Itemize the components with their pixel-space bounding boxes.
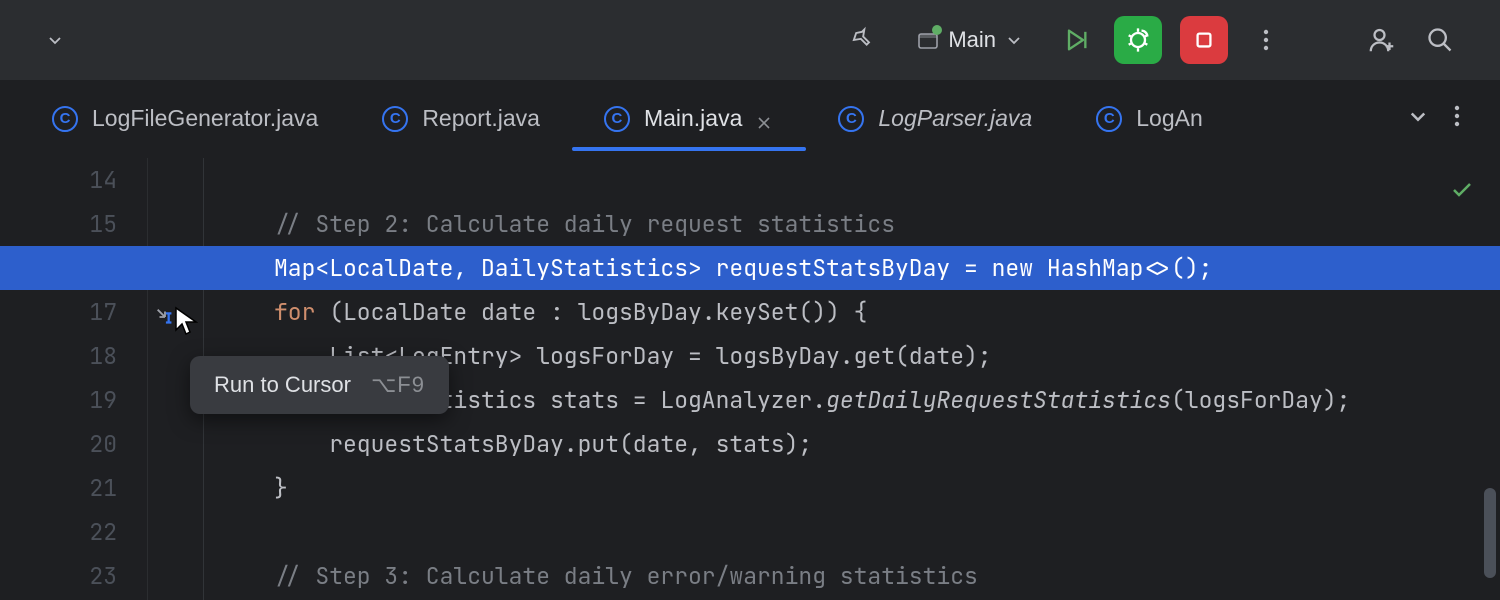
line-number[interactable]: 21	[0, 466, 117, 510]
chevron-down-icon	[1006, 32, 1022, 48]
code-line[interactable]: // Step 2: Calculate daily request stati…	[204, 202, 1500, 246]
tab-main[interactable]: C Main.java	[572, 91, 806, 147]
editor-tabs: C LogFileGenerator.java C Report.java C …	[0, 80, 1500, 158]
code-line[interactable]: requestStatsByDay.put(date, stats);	[204, 422, 1500, 466]
tab-report[interactable]: C Report.java	[350, 91, 572, 147]
line-number[interactable]: 23	[0, 554, 117, 598]
code-line[interactable]: for (LocalDate date : logsByDay.keySet()…	[204, 290, 1500, 334]
tooltip-label: Run to Cursor	[214, 372, 351, 398]
code-line[interactable]	[204, 158, 1500, 202]
tab-logparser[interactable]: C LogParser.java	[806, 91, 1064, 147]
tab-logfilegenerator[interactable]: C LogFileGenerator.java	[20, 91, 350, 147]
line-number[interactable]: 22	[0, 510, 117, 554]
add-user-icon[interactable]	[1362, 20, 1402, 60]
line-number[interactable]: 17	[0, 290, 117, 334]
run-configuration-selector[interactable]: Main	[900, 16, 1038, 64]
debug-button[interactable]	[1114, 16, 1162, 64]
java-class-icon: C	[604, 106, 630, 132]
main-toolbar: Main	[0, 0, 1500, 80]
mouse-cursor-icon	[174, 306, 196, 336]
run-config-icon	[916, 29, 938, 51]
stop-button[interactable]	[1180, 16, 1228, 64]
more-actions-icon[interactable]	[1246, 20, 1286, 60]
chevron-down-icon[interactable]	[1408, 106, 1428, 131]
line-number[interactable]: 18	[0, 334, 117, 378]
more-tabs-icon[interactable]	[1454, 105, 1460, 132]
code-line[interactable]	[204, 510, 1500, 554]
code-line[interactable]: }	[204, 466, 1500, 510]
run-to-cursor-tooltip: Run to Cursor ⌥F9	[190, 356, 449, 414]
line-number-gutter[interactable]: 1415 17181920212223	[0, 158, 148, 600]
run-to-cursor-icon[interactable]	[154, 298, 176, 342]
search-icon[interactable]	[1420, 20, 1460, 60]
line-number[interactable]: 15	[0, 202, 117, 246]
code-line[interactable]: // Step 3: Calculate daily error/warning…	[204, 554, 1500, 598]
tab-logan[interactable]: C LogAn	[1064, 91, 1235, 147]
line-number[interactable]: 19	[0, 378, 117, 422]
java-class-icon: C	[1096, 106, 1122, 132]
line-number[interactable]: 20	[0, 422, 117, 466]
run-config-name: Main	[948, 27, 996, 53]
java-class-icon: C	[52, 106, 78, 132]
code-line[interactable]: Map<LocalDate, DailyStatistics> requestS…	[204, 246, 1500, 290]
run-button[interactable]	[1056, 20, 1096, 60]
chevron-down-icon[interactable]	[46, 31, 64, 49]
java-class-icon: C	[838, 106, 864, 132]
build-icon[interactable]	[842, 20, 882, 60]
close-icon[interactable]	[756, 110, 774, 128]
tooltip-shortcut: ⌥F9	[371, 372, 425, 398]
java-class-icon: C	[382, 106, 408, 132]
line-number[interactable]: 14	[0, 158, 117, 202]
